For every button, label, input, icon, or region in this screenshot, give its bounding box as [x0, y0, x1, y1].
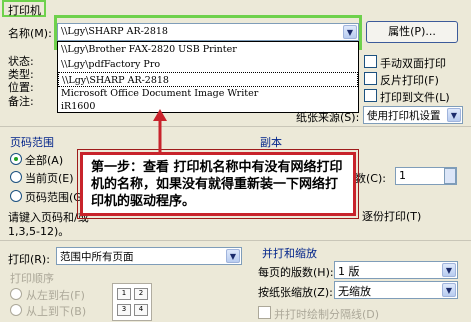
chevron-down-icon[interactable]: ▼ [226, 249, 240, 263]
print-to-file-checkbox[interactable] [364, 89, 377, 102]
page-icon: 4 [134, 304, 148, 316]
printer-option[interactable]: Microsoft Office Document Image Writer [58, 87, 358, 100]
pages-per-sheet-combo[interactable]: 1 版 ▼ [334, 261, 458, 279]
print-to-file-label: 打印到文件(L) [380, 91, 450, 104]
left-to-right-radio[interactable] [10, 288, 22, 300]
page-range-title: 页码范围 [10, 136, 54, 149]
properties-button[interactable]: 属性(P)... [366, 21, 458, 43]
scale-combo[interactable]: 无缩放 ▼ [334, 281, 458, 299]
instruction-callout: 第一步：查看 打印机名称中有没有网络打印机的名称，如果没有就得重新装一下网络打印… [80, 152, 356, 216]
red-arrow-icon [153, 109, 167, 152]
copies-title: 副本 [260, 136, 282, 149]
page-range-hint-2: 1,3,5-12)。 [8, 225, 70, 238]
paper-source-value: 使用打印机设置 [367, 110, 441, 122]
chevron-down-icon[interactable]: ▼ [442, 263, 456, 277]
print-order-title: 打印顺序 [10, 272, 54, 285]
chevron-down-icon[interactable]: ▼ [442, 283, 456, 297]
collate-label: 逐份打印(T) [362, 210, 422, 223]
printer-option[interactable]: \\Lgy\pdfFactory Pro [58, 57, 358, 72]
left-to-right-label: 从左到右(F) [26, 289, 85, 302]
paper-source-combo[interactable]: 使用打印机设置 ▼ [363, 106, 463, 124]
name-label: 名称(M): [8, 27, 52, 40]
scale-value: 无缩放 [338, 285, 371, 298]
printer-name-value: \\Lgy\SHARP AR-2818 [61, 26, 168, 37]
print-what-label: 打印(R): [8, 253, 50, 266]
printer-name-combo[interactable]: \\Lgy\SHARP AR-2818 ▼ [57, 23, 359, 41]
zoom-title: 并打和缩放 [262, 247, 317, 260]
top-to-bottom-label: 从上到下(B) [26, 305, 87, 318]
page-icon: 3 [117, 304, 131, 316]
all-pages-label: 全部(A) [25, 154, 64, 167]
print-what-value: 范围中所有页面 [60, 251, 134, 263]
copies-spinner[interactable] [444, 168, 456, 184]
printer-dropdown-list[interactable]: \\Lgy\Brother FAX-2820 USB Printer \\Lgy… [57, 41, 359, 113]
draw-borders-checkbox[interactable] [258, 306, 271, 319]
paper-source-label: 纸张来源(S): [296, 111, 360, 124]
copies-count-value: 1 [399, 169, 406, 182]
page-icon: 1 [117, 288, 131, 300]
reverse-print-checkbox[interactable] [364, 72, 377, 85]
all-pages-radio[interactable] [10, 153, 22, 165]
printer-section-title: 打印机 [8, 4, 41, 17]
printer-option[interactable]: \\Lgy\Brother FAX-2820 USB Printer [58, 42, 358, 57]
copies-count-label: 数(C): [355, 172, 386, 185]
comment-label: 备注: [8, 95, 34, 108]
chevron-down-icon[interactable]: ▼ [447, 108, 461, 122]
printer-option-selected[interactable]: \\Lgy\SHARP AR-2818 [58, 72, 358, 87]
top-to-bottom-radio[interactable] [10, 304, 22, 316]
page-order-preview: 1 2 3 4 [112, 283, 152, 321]
print-what-combo[interactable]: 范围中所有页面 ▼ [56, 247, 242, 265]
page-icon: 2 [134, 288, 148, 300]
reverse-print-label: 反片打印(F) [380, 74, 439, 87]
section-divider-2 [0, 240, 471, 241]
chevron-down-icon[interactable]: ▼ [343, 25, 357, 39]
current-page-label: 当前页(E) [25, 172, 74, 185]
draw-borders-label: 并打时绘制分隔线(D) [274, 308, 380, 321]
pages-per-sheet-label: 每页的版数(H): [258, 266, 334, 279]
manual-duplex-checkbox[interactable] [364, 55, 377, 68]
section-divider [0, 126, 471, 127]
scale-label: 按纸张缩放(Z): [258, 286, 333, 299]
page-range-radio[interactable] [10, 190, 22, 202]
current-page-radio[interactable] [10, 171, 22, 183]
manual-duplex-label: 手动双面打印 [380, 57, 446, 70]
pages-per-sheet-value: 1 版 [338, 265, 360, 278]
